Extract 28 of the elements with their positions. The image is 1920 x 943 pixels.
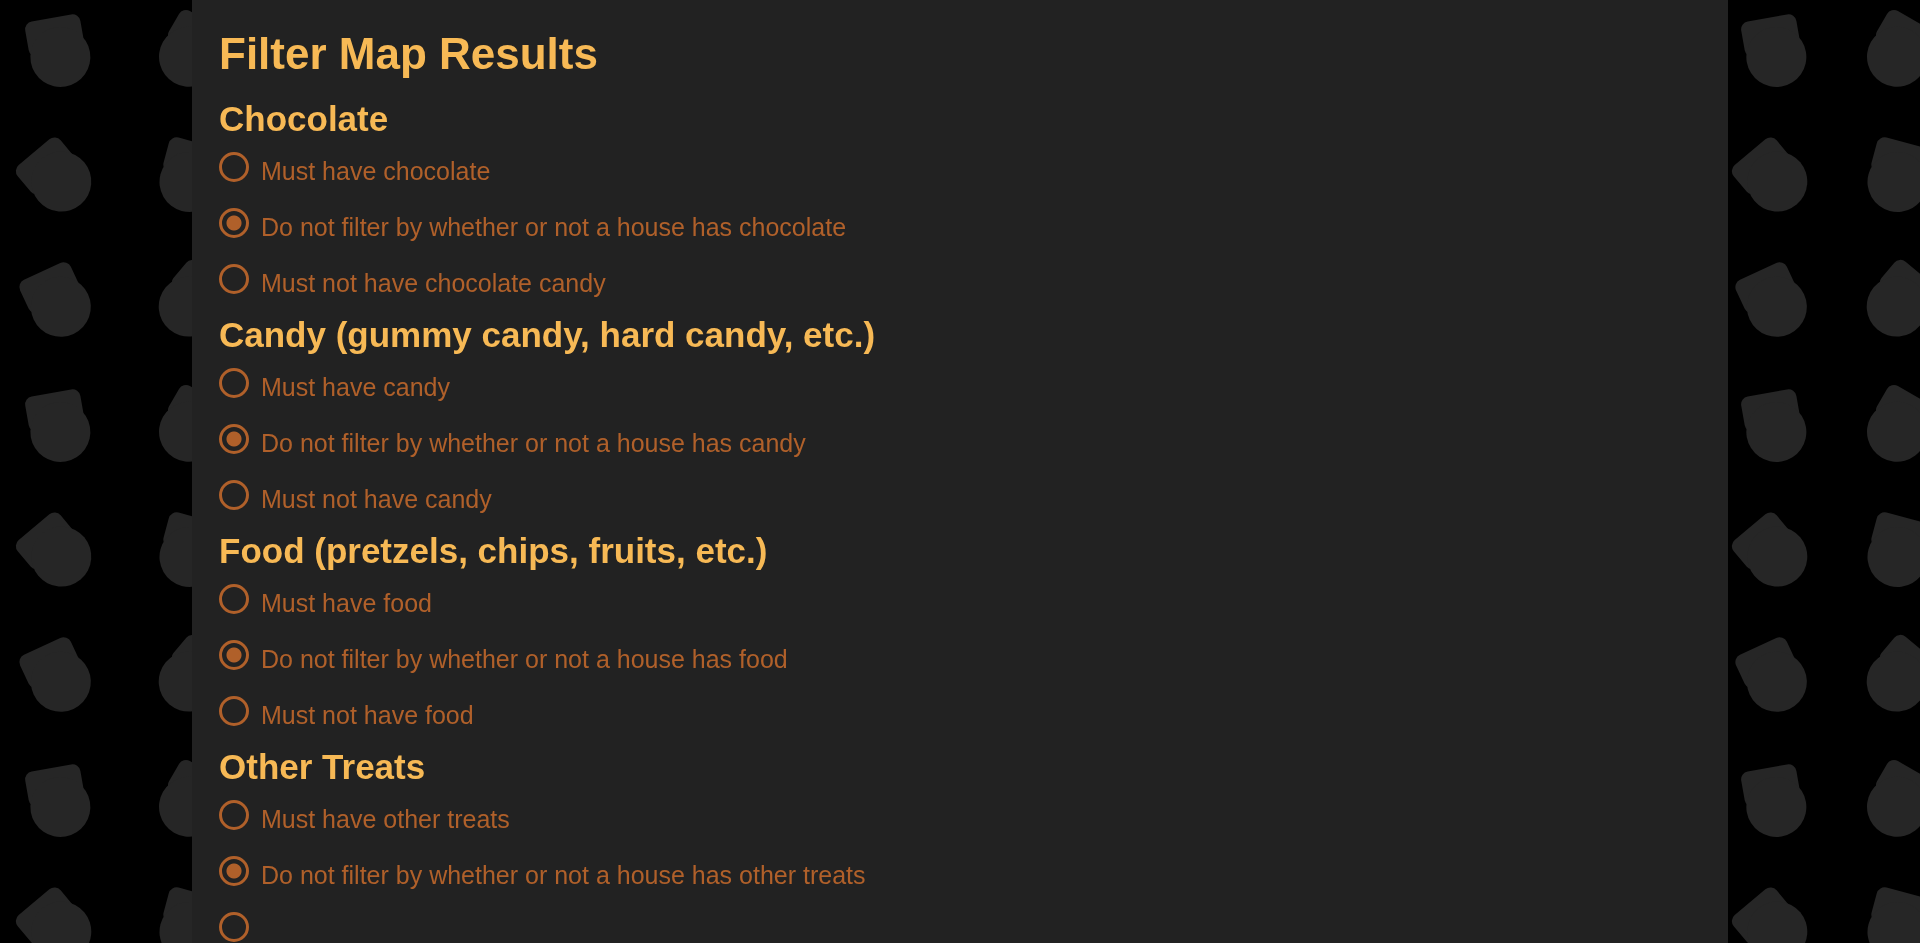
radio-button[interactable] [219,480,249,510]
option-label[interactable]: Do not filter by whether or not a house has chocolate [261,212,847,242]
radio-button[interactable] [219,696,249,726]
section-heading: Other Treats [219,746,427,788]
option-label[interactable]: Must have candy [261,372,450,402]
option-label[interactable]: Do not filter by whether or not a house has other treats [261,860,866,890]
page-title: Filter Map Results [219,28,599,80]
section-heading: Candy (gummy candy, hard candy, etc.) [219,314,877,356]
radio-button[interactable] [219,208,249,238]
radio-button[interactable] [219,640,249,670]
radio-button[interactable] [219,264,249,294]
section-heading: Chocolate [219,98,390,140]
radio-button[interactable] [219,800,249,830]
option-label[interactable]: Must have other treats [261,804,510,834]
option-label[interactable]: Must not have food [261,700,474,730]
section-heading: Food (pretzels, chips, fruits, etc.) [219,530,769,572]
radio-button[interactable] [219,368,249,398]
option-label[interactable]: Must have food [261,588,432,618]
option-label[interactable]: Must not have chocolate candy [261,268,606,298]
radio-button[interactable] [219,856,249,886]
radio-button[interactable] [219,152,249,182]
radio-button[interactable] [219,912,249,942]
option-label[interactable]: Do not filter by whether or not a house has food [261,644,788,674]
option-label[interactable]: Must have chocolate [261,156,491,186]
option-label[interactable]: Must not have candy [261,484,492,514]
radio-button[interactable] [219,424,249,454]
radio-button[interactable] [219,584,249,614]
option-label[interactable]: Do not filter by whether or not a house has candy [261,428,806,458]
